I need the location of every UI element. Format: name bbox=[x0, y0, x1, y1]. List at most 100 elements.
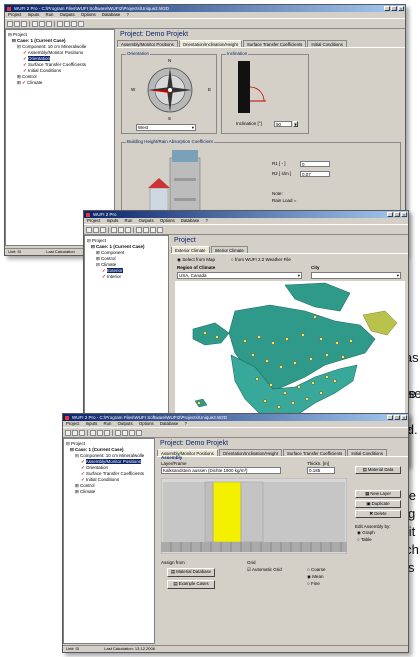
inclination-spin[interactable]: ▾ bbox=[293, 121, 298, 127]
maximize-button[interactable]: □ bbox=[394, 415, 400, 420]
radio-table[interactable]: ○ Table bbox=[357, 537, 372, 543]
menu-inputs[interactable]: Inputs bbox=[86, 421, 98, 426]
tree-item-interior[interactable]: ✓ Interior bbox=[87, 274, 166, 280]
tab-exterior-climate[interactable]: Exterior Climate bbox=[171, 246, 210, 253]
chart-icon[interactable] bbox=[64, 20, 70, 27]
compass-rose[interactable] bbox=[135, 59, 205, 121]
menu-inputs[interactable]: Inputs bbox=[28, 12, 40, 17]
chevron-down-icon: ▾ bbox=[396, 273, 399, 278]
menu-inputs[interactable]: Inputs bbox=[107, 218, 119, 223]
layer-name-field[interactable]: Kalksandstein aussen (Dichte 1900 kg/m³) bbox=[161, 467, 281, 474]
cut-icon[interactable] bbox=[32, 20, 38, 27]
tree-item-climate[interactable]: ⊞ Climate bbox=[66, 489, 152, 495]
new-layer-button[interactable]: ▦ New Layer bbox=[355, 490, 401, 498]
r1-input[interactable]: 0 bbox=[300, 161, 330, 167]
tab-initial[interactable]: Initial Conditions bbox=[347, 449, 387, 456]
tab-surface[interactable]: Surface Transfer Coefficients bbox=[282, 449, 347, 456]
cut-icon[interactable] bbox=[111, 226, 117, 233]
paste-icon[interactable] bbox=[104, 429, 110, 436]
tab-orientation[interactable]: Orientation/Inclination/Height bbox=[178, 40, 242, 47]
table-icon[interactable] bbox=[71, 20, 77, 27]
assign-from-label: Assign from bbox=[161, 560, 185, 565]
close-button[interactable]: × bbox=[401, 415, 407, 420]
maximize-button[interactable]: □ bbox=[394, 212, 400, 217]
copy-icon[interactable] bbox=[97, 429, 103, 436]
help-icon[interactable] bbox=[157, 226, 163, 233]
minimize-button[interactable]: _ bbox=[384, 6, 390, 11]
menu-database[interactable]: Database bbox=[181, 218, 199, 223]
minimize-button[interactable]: _ bbox=[387, 212, 393, 217]
main-panel: Project: Demo Projekt Assembly/Monitor P… bbox=[157, 438, 408, 644]
tab-interior-climate[interactable]: Interior Climate bbox=[210, 246, 248, 253]
menu-outputs[interactable]: Outputs bbox=[60, 12, 75, 17]
orientation-select[interactable]: West ▾ bbox=[136, 124, 196, 131]
radio-weather-file[interactable]: ○ from WUFI 2.2 Weather File bbox=[231, 257, 291, 263]
radio-coarse[interactable]: ○ Coarse bbox=[307, 567, 325, 573]
radio-fine[interactable]: ○ Fine bbox=[307, 581, 320, 587]
material-database-button[interactable]: ▤ Material Database bbox=[167, 568, 215, 577]
delete-button[interactable]: ✖ Delete bbox=[355, 510, 401, 518]
paste-icon[interactable] bbox=[46, 20, 52, 27]
close-button[interactable]: × bbox=[398, 6, 404, 11]
menu-options[interactable]: Options bbox=[81, 12, 96, 17]
menu-help[interactable]: ? bbox=[205, 218, 207, 223]
table-icon[interactable] bbox=[129, 429, 135, 436]
close-button[interactable]: × bbox=[401, 212, 407, 217]
paste-icon[interactable] bbox=[125, 226, 131, 233]
city-select[interactable]: ▾ bbox=[311, 272, 401, 279]
save-icon[interactable] bbox=[100, 226, 106, 233]
help-icon[interactable] bbox=[78, 20, 84, 27]
tab-surface[interactable]: Surface Transfer Coefficients bbox=[242, 40, 307, 47]
chart-icon[interactable] bbox=[122, 429, 128, 436]
save-icon[interactable] bbox=[79, 429, 85, 436]
region-select[interactable]: USA, Canada ▾ bbox=[177, 272, 302, 279]
assembly-graph[interactable] bbox=[161, 478, 347, 554]
run-icon[interactable] bbox=[136, 226, 142, 233]
material-data-button[interactable]: ▤ Material Data bbox=[355, 466, 401, 474]
thickness-field[interactable]: 0.185 bbox=[307, 467, 335, 474]
chart-icon[interactable] bbox=[143, 226, 149, 233]
open-icon[interactable] bbox=[72, 429, 78, 436]
radio-graph[interactable]: ◉ Graph bbox=[357, 530, 375, 536]
example-cases-button[interactable]: ▤ Example Cases bbox=[167, 580, 215, 589]
menu-run[interactable]: Run bbox=[125, 218, 133, 223]
menu-run[interactable]: Run bbox=[104, 421, 112, 426]
menu-project[interactable]: Project bbox=[8, 12, 21, 17]
table-icon[interactable] bbox=[150, 226, 156, 233]
copy-icon[interactable] bbox=[39, 20, 45, 27]
new-icon[interactable] bbox=[86, 226, 92, 233]
tab-initial[interactable]: Initial Conditions bbox=[307, 40, 347, 47]
new-icon[interactable] bbox=[7, 20, 13, 27]
tree-item-climate[interactable]: ⊞ ✓ Climate bbox=[8, 80, 112, 86]
menu-database[interactable]: Database bbox=[160, 421, 178, 426]
save-icon[interactable] bbox=[21, 20, 27, 27]
open-icon[interactable] bbox=[93, 226, 99, 233]
duplicate-button[interactable]: ▣ Duplicate bbox=[355, 500, 401, 508]
new-icon[interactable] bbox=[65, 429, 71, 436]
inclination-input[interactable]: 90 bbox=[274, 121, 292, 127]
radio-mean[interactable]: ◉ Mean bbox=[307, 574, 323, 580]
tab-assembly[interactable]: Assembly/Monitor Positions bbox=[117, 40, 178, 47]
radio-select-map[interactable]: ◉ Select from Map bbox=[177, 257, 215, 263]
tab-orientation[interactable]: Orientation/Inclination/Height bbox=[218, 449, 282, 456]
run-icon[interactable] bbox=[57, 20, 63, 27]
menu-project[interactable]: Project bbox=[87, 218, 100, 223]
menu-run[interactable]: Run bbox=[46, 12, 54, 17]
menu-project[interactable]: Project bbox=[66, 421, 79, 426]
menu-help[interactable]: ? bbox=[184, 421, 186, 426]
help-icon[interactable] bbox=[136, 429, 142, 436]
menu-options[interactable]: Options bbox=[139, 421, 154, 426]
menu-outputs[interactable]: Outputs bbox=[139, 218, 154, 223]
r2-input[interactable]: 0.07 bbox=[300, 171, 330, 177]
menu-help[interactable]: ? bbox=[126, 12, 128, 17]
maximize-button[interactable]: □ bbox=[391, 6, 397, 11]
menu-options[interactable]: Options bbox=[160, 218, 175, 223]
cut-icon[interactable] bbox=[90, 429, 96, 436]
menu-database[interactable]: Database bbox=[102, 12, 120, 17]
minimize-button[interactable]: _ bbox=[387, 415, 393, 420]
run-icon[interactable] bbox=[115, 429, 121, 436]
auto-grid-checkbox[interactable]: ☑ Automatic Grid bbox=[247, 567, 282, 573]
copy-icon[interactable] bbox=[118, 226, 124, 233]
menu-outputs[interactable]: Outputs bbox=[118, 421, 133, 426]
open-icon[interactable] bbox=[14, 20, 20, 27]
